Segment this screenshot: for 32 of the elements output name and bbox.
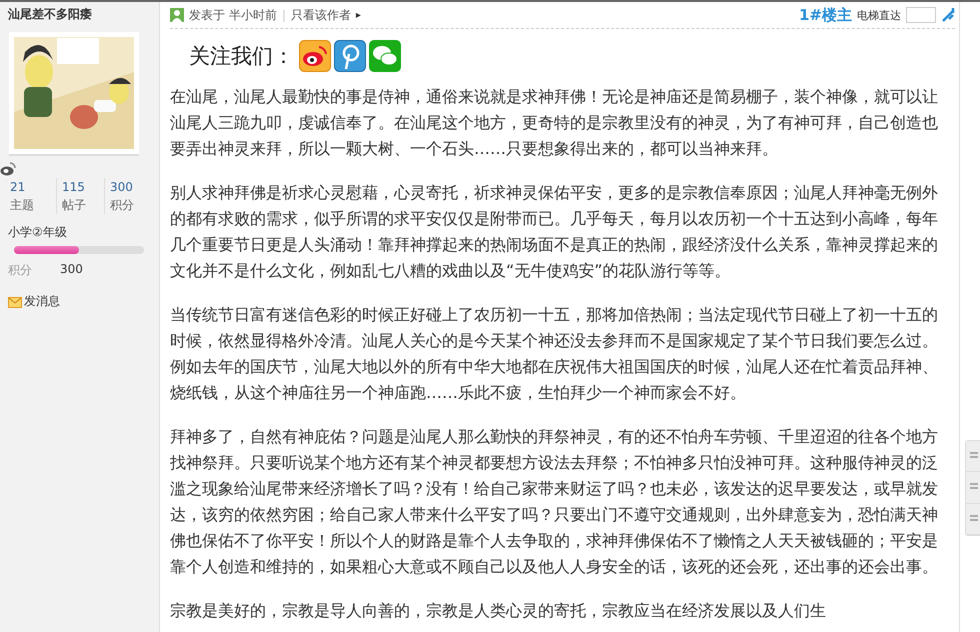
jump-icon[interactable] bbox=[941, 7, 955, 23]
weibo-icon[interactable] bbox=[0, 162, 16, 176]
pinterest-icon[interactable] bbox=[334, 40, 366, 72]
floor-input-field[interactable] bbox=[906, 7, 936, 23]
send-message-link[interactable]: 发消息 bbox=[0, 279, 159, 310]
list-icon bbox=[970, 514, 978, 524]
stat-value[interactable]: 115 bbox=[62, 178, 104, 196]
paragraph: 别人求神拜佛是祈求心灵慰藉，心灵寄托，祈求神灵保佑平安，更多的是宗教信奉原因；汕尾人拜神毫无例外的都有求败的需求，似乎所谓的求平安仅仅是附带而已。几乎每天，每月以农历初一个十五达到小高峰，每年几个重要节日更是人头涌动！靠拜神撑起来的热闹场面不是真正的热闹，跟经济没什么关系，靠神灵撑起来的文化并不是什么文化，例如乱七八糟的戏曲以及“无牛使鸡安”的花队游行等等。 bbox=[170, 182, 939, 282]
stat-label: 积分 bbox=[110, 197, 135, 214]
points-label: 积分 bbox=[8, 262, 32, 279]
paragraph: 当传统节日富有迷信色彩的时候正好碰上了农历初一十五，那将加倍热闹；当法定现代节日碰上了初一十五的时候，依然显得格外冷清。汕尾人关心的是今天某个神还没去参拜而不是国家规定了某个节日我们要怎么过。例如去年的国庆节，汕尾大地以外的所有中华大地都在庆祝伟大祖国国庆的时候，汕尾人还在忙着贡品拜神、烧纸钱，从这个神庙往另一个神庙跑……乐此不疲，生怕拜少一个神而家会不好。 bbox=[170, 304, 939, 404]
jump-label: 电梯直达 bbox=[857, 8, 901, 22]
paragraph: 宗教是美好的，宗教是导人向善的，宗教是人类心灵的寄托，宗教应当在经济发展以及人们生 bbox=[170, 600, 827, 622]
user-icon bbox=[170, 8, 184, 22]
stat-label: 主题 bbox=[10, 197, 35, 214]
separator: | bbox=[282, 8, 286, 22]
follow-label: 关注我们： bbox=[189, 43, 294, 70]
author-only-link[interactable]: 只看该作者 bbox=[290, 6, 351, 24]
floor-number: 1#楼主 bbox=[798, 6, 852, 24]
weibo-icon[interactable] bbox=[299, 40, 331, 72]
rank-title: 小学②年级 bbox=[7, 224, 68, 240]
arrow-icon: ▸ bbox=[356, 10, 361, 20]
envelope-icon bbox=[8, 296, 22, 308]
stat-value[interactable]: 300 bbox=[110, 178, 152, 196]
paragraph: 在汕尾，汕尾人最勤快的事是侍神，通俗来说就是求神拜佛！无论是神庙还是简易棚子，装个神像，就可以让汕尾人三跪九叩，虔诚信奉了。在汕尾这个地方，更奇特的是宗教里没有的神灵，为了有神可拜，自己创造也要弄出神灵来拜，所以一颗大树、一个石头……只要想象得出来的，都可以当神来拜。 bbox=[170, 86, 939, 160]
stat-value[interactable]: 21 bbox=[10, 178, 56, 196]
post-time: 发表于 半小时前 bbox=[189, 6, 277, 24]
paragraph: 拜神多了，自然有神庇佑？问题是汕尾人那么勤快的拜祭神灵，有的还不怕舟车劳顿、千里迢迢的往各个地方找神祭拜。只要听说某个地方还有某个神灵都要想方设法去拜祭；不怕神多只怕没神可拜。这种服侍神灵的泛滥之现象给汕尾带来经济增长了吗？没有！给自己家带来财运了吗？也未必，该发达的迟早要发达，或早就发达，该穷的依然穷困；给自己家人带来什么平安了吗？只要出门不遵守交通规则，出外肆意妄为，恐怕满天神佛也保佑不了你平安！所以个人的财路是靠个人去争取的，求神拜佛保佑不了懒惰之人天天被钱砸的；平安是靠个人创造和维持的，如果粗心大意或不顾自己以及他人人身安全的话，该死的还会死，还出事的还会出事。 bbox=[170, 426, 939, 578]
wechat-icon[interactable] bbox=[369, 40, 401, 72]
username[interactable]: 汕尾差不多阳痿 bbox=[0, 6, 159, 22]
points-value: 300 bbox=[60, 262, 83, 278]
stat-label: 帖子 bbox=[62, 197, 87, 214]
